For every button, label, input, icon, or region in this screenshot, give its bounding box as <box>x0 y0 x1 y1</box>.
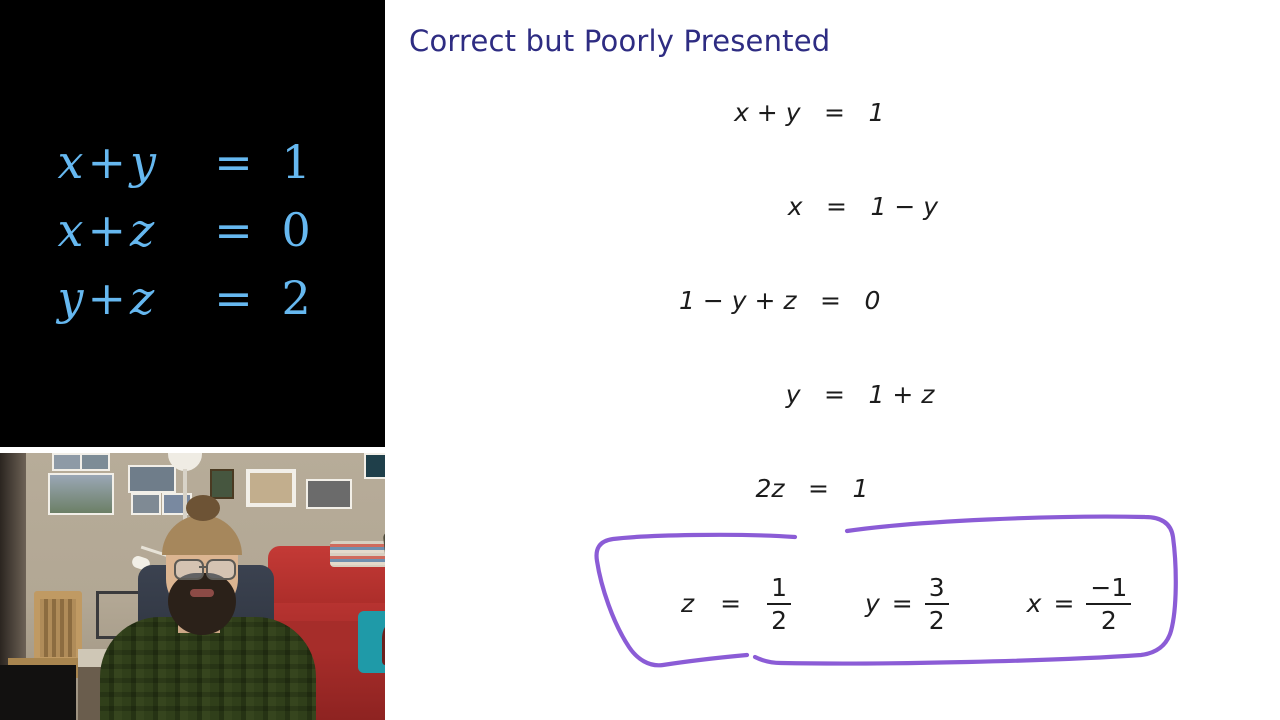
wall-picture <box>246 469 296 507</box>
shared-equation-row: x+y = 1 <box>58 128 328 196</box>
slide-area: Correct but Poorly Presented x + y = 1 x… <box>385 0 1280 720</box>
fraction-numerator: 1 <box>771 573 787 602</box>
page-title: Correct but Poorly Presented <box>409 24 831 58</box>
result-relation: = <box>1053 589 1075 619</box>
result-variable: z <box>681 589 695 619</box>
result-z: z = 1 2 <box>681 574 791 634</box>
result-relation: = <box>891 589 913 619</box>
result-x: x = −1 2 <box>1027 574 1132 634</box>
equation-relation: = <box>808 474 829 503</box>
person-mouth <box>190 589 214 597</box>
shared-equation-lhs: x+z <box>57 203 155 257</box>
equation-relation: = <box>826 192 847 221</box>
wall-picture <box>80 453 110 471</box>
equation-step: x = 1 − y <box>385 192 1280 286</box>
equation-rhs: 0 <box>864 286 881 315</box>
equation-step: y = 1 + z <box>385 380 1280 474</box>
fraction: 3 2 <box>924 573 949 635</box>
equation-rhs: 1 <box>868 98 885 127</box>
derivation-steps: x + y = 1 x = 1 − y 1 − y + z = 0 y = 1 … <box>385 98 1280 568</box>
fraction-denominator: 2 <box>928 605 945 635</box>
result-variable: x <box>1026 589 1042 619</box>
fraction: −1 2 <box>1086 573 1132 635</box>
result-variable: y <box>864 589 880 619</box>
shared-equation-rhs: 2 <box>281 271 311 325</box>
eyeglasses-left-lens <box>174 559 204 580</box>
shared-equation-relation: = <box>214 203 253 257</box>
fraction-denominator: 2 <box>1100 605 1117 635</box>
screen: x+y = 1 x+z = 0 y+z = 2 Correct but Poor… <box>0 0 1280 720</box>
wall-picture <box>52 453 82 471</box>
shared-equation-rhs: 1 <box>281 135 311 189</box>
shared-equation-lhs: x+y <box>57 135 157 189</box>
equation-relation: = <box>824 98 845 127</box>
shared-equation-relation: = <box>214 271 253 325</box>
wall-picture <box>48 473 114 515</box>
final-answers-row: z = 1 2 y = 3 2 x = −1 2 <box>385 560 1280 670</box>
equation-relation: = <box>820 286 841 315</box>
equation-lhs: x <box>787 192 803 221</box>
shared-equation-row: y+z = 2 <box>58 264 328 332</box>
equation-lhs: 1 − y + z <box>678 286 797 315</box>
shared-equation-row: x+z = 0 <box>58 196 328 264</box>
equation-lhs: x + y <box>734 98 801 127</box>
wooden-chair-slats <box>40 599 76 657</box>
equation-lhs: 2z <box>755 474 785 503</box>
equation-rhs: 1 + z <box>868 380 935 409</box>
wall-picture <box>128 465 176 493</box>
shared-equation-rhs: 0 <box>281 203 311 257</box>
fraction-numerator: −1 <box>1090 573 1128 602</box>
wall-picture <box>210 469 234 499</box>
wall-picture <box>306 479 352 509</box>
result-y: y = 3 2 <box>865 574 949 634</box>
result-relation: = <box>720 589 742 619</box>
eyeglasses-bridge <box>199 566 207 568</box>
shared-equation-system: x+y = 1 x+z = 0 y+z = 2 <box>0 128 385 332</box>
equation-rhs: 1 <box>852 474 869 503</box>
equation-lhs: y <box>785 380 801 409</box>
screen-share-panel: x+y = 1 x+z = 0 y+z = 2 <box>0 0 385 447</box>
equation-step: x + y = 1 <box>385 98 1280 192</box>
equation-step: 1 − y + z = 0 <box>385 286 1280 380</box>
person-hair-bun <box>186 495 220 521</box>
fraction-bar <box>767 603 791 605</box>
equation-rhs: 1 − y <box>870 192 939 221</box>
fraction-numerator: 3 <box>928 573 945 602</box>
shared-equation-lhs: y+z <box>57 271 155 325</box>
fraction-denominator: 2 <box>771 605 787 635</box>
wall-picture <box>131 493 161 515</box>
dark-furniture <box>0 665 76 720</box>
equation-step: 2z = 1 <box>385 474 1280 568</box>
fraction-bar <box>1086 603 1132 605</box>
fraction-bar <box>924 603 949 605</box>
shared-equation-relation: = <box>214 135 253 189</box>
eyeglasses-right-lens <box>206 559 236 580</box>
equation-relation: = <box>824 380 845 409</box>
fraction: 1 2 <box>767 574 791 634</box>
